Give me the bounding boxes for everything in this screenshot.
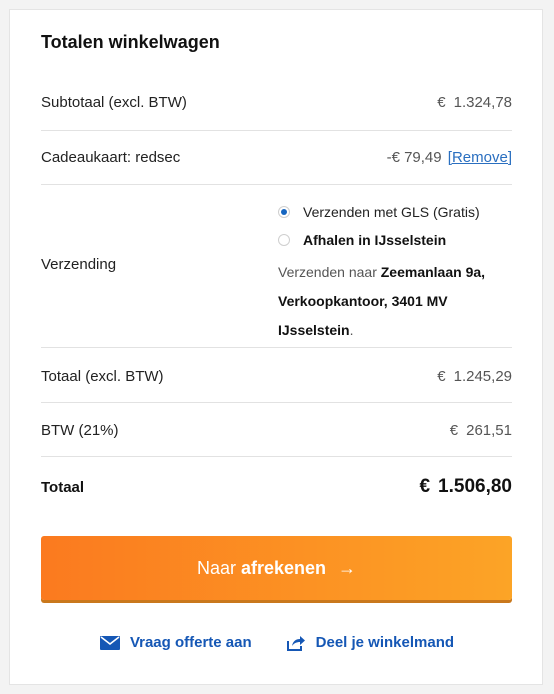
checkout-label-bold: afrekenen — [240, 557, 327, 578]
radio-pickup[interactable] — [278, 234, 290, 246]
subtotal-value: €1.324,78 — [437, 93, 512, 111]
request-quote-label[interactable]: Vraag offerte aan — [130, 634, 252, 651]
total-label: Totaal — [41, 478, 85, 496]
total-value: €1.506,80 — [419, 476, 512, 497]
shipping-option-pickup[interactable]: Afhalen in IJsselstein — [278, 226, 518, 254]
total-excl-row: Totaal (excl. BTW) €1.245,29 — [41, 364, 512, 388]
cart-actions: Vraag offerte aan Deel je winkelmand — [10, 634, 544, 651]
shipping-option-gls-label[interactable]: Verzenden met GLS (Gratis) — [303, 204, 480, 220]
subtotal-label: Subtotaal (excl. BTW) — [41, 93, 187, 111]
radio-gls[interactable] — [278, 206, 290, 218]
shipping-option-gls[interactable]: Verzenden met GLS (Gratis) — [278, 198, 518, 226]
checkout-button[interactable]: Naar afrekenen → — [41, 536, 512, 600]
subtotal-row: Subtotaal (excl. BTW) €1.324,78 — [41, 90, 512, 114]
shipping-option-pickup-label[interactable]: Afhalen in IJsselstein — [303, 232, 446, 248]
share-cart-label[interactable]: Deel je winkelmand — [316, 634, 454, 651]
shipping-label: Verzending — [41, 256, 117, 273]
envelope-icon — [99, 635, 120, 650]
cart-totals-title: Totalen winkelwagen — [41, 32, 220, 52]
shipping-address: Verzenden naar Zeemanlaan 9a, Verkoopkan… — [278, 264, 486, 338]
cart-totals-card: Totalen winkelwagen Subtotaal (excl. BTW… — [9, 9, 543, 685]
giftcard-label: Cadeaukaart: redsec — [41, 148, 181, 166]
vat-value: €261,51 — [449, 421, 512, 439]
total-excl-value: €1.245,29 — [437, 367, 512, 385]
vat-label: BTW (21%) — [41, 421, 119, 439]
total-excl-label: Totaal (excl. BTW) — [41, 367, 164, 385]
total-row: Totaal €1.506,80 — [41, 474, 512, 500]
checkout-label-regular: Naar — [196, 557, 236, 578]
giftcard-value: -€ 79,49 [Remove] — [386, 148, 512, 166]
giftcard-row: Cadeaukaart: redsec -€ 79,49 [Remove] — [41, 145, 512, 169]
remove-giftcard-link[interactable]: [Remove] — [448, 149, 512, 166]
share-cart-link[interactable]: Deel je winkelmand — [286, 634, 454, 651]
request-quote-link[interactable]: Vraag offerte aan — [99, 634, 252, 651]
divider — [41, 456, 512, 457]
divider — [41, 347, 512, 348]
shipping-options: Verzenden met GLS (Gratis) Afhalen in IJ… — [278, 198, 518, 345]
divider — [41, 402, 512, 403]
vat-row: BTW (21%) €261,51 — [41, 418, 512, 442]
arrow-right-icon: → — [338, 557, 357, 578]
divider — [41, 130, 512, 131]
divider — [41, 184, 512, 185]
share-icon — [286, 635, 305, 651]
